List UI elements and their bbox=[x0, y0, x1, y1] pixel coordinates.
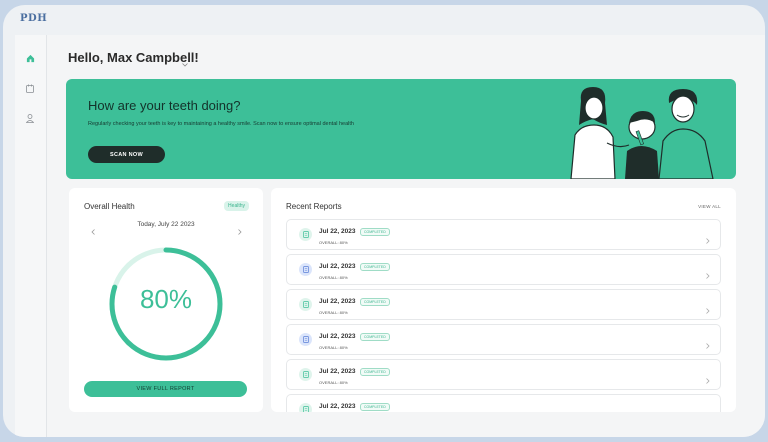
chevron-down-icon[interactable] bbox=[182, 54, 188, 72]
report-overall: OVERALL: 80% bbox=[319, 275, 348, 280]
chevron-right-icon bbox=[706, 371, 710, 389]
family-illustration bbox=[570, 87, 714, 179]
clipboard-icon bbox=[299, 368, 312, 381]
banner-text: Regularly checking your teeth is key to … bbox=[88, 121, 354, 127]
status-badge: COMPLETED bbox=[360, 368, 390, 376]
report-date: Jul 22, 2023 bbox=[319, 263, 356, 270]
view-full-report-button[interactable]: VIEW FULL REPORT bbox=[84, 381, 247, 397]
chevron-right-icon bbox=[706, 301, 710, 319]
report-date: Jul 22, 2023 bbox=[319, 298, 356, 305]
user-icon[interactable] bbox=[23, 111, 37, 125]
status-badge: COMPLETED bbox=[360, 403, 390, 411]
health-score: 80% bbox=[139, 284, 193, 314]
calendar-icon[interactable] bbox=[23, 81, 37, 95]
health-card-title: Overall Health bbox=[84, 202, 135, 211]
report-overall: OVERALL: 80% bbox=[319, 240, 348, 245]
main-content: Hello, Max Campbell! How are your teeth … bbox=[47, 35, 765, 437]
report-row[interactable]: Jul 22, 2023 COMPLETED OVERALL: 80% bbox=[286, 254, 721, 285]
scan-now-button[interactable]: SCAN NOW bbox=[88, 146, 165, 163]
report-row[interactable]: Jul 22, 2023 COMPLETED OVERALL: 80% bbox=[286, 219, 721, 250]
report-row[interactable]: Jul 22, 2023 COMPLETED OVERALL: 80% bbox=[286, 324, 721, 355]
home-icon[interactable] bbox=[23, 51, 37, 65]
clipboard-icon bbox=[299, 228, 312, 241]
chevron-right-icon bbox=[706, 406, 710, 412]
status-badge: COMPLETED bbox=[360, 263, 390, 271]
date-selector: Today, July 22 2023 bbox=[69, 221, 263, 235]
report-row[interactable]: Jul 22, 2023 COMPLETED OVERALL: 80% bbox=[286, 289, 721, 320]
view-all-link[interactable]: VIEW ALL bbox=[698, 204, 721, 209]
report-overall: OVERALL: 80% bbox=[319, 345, 348, 350]
report-row[interactable]: Jul 22, 2023 COMPLETED OVERALL: 80% bbox=[286, 359, 721, 390]
clipboard-icon bbox=[299, 403, 312, 412]
reports-card-title: Recent Reports bbox=[286, 202, 342, 211]
chevron-right-icon bbox=[706, 231, 710, 249]
report-date: Jul 22, 2023 bbox=[319, 333, 356, 340]
document-icon bbox=[299, 263, 312, 276]
chevron-right-icon[interactable] bbox=[238, 222, 242, 240]
sidebar bbox=[15, 35, 47, 437]
report-date: Jul 22, 2023 bbox=[319, 368, 356, 375]
app-window: PDH Hello, Max Campbell! How are your te… bbox=[3, 5, 765, 437]
chevron-right-icon bbox=[706, 266, 710, 284]
app-logo: PDH bbox=[20, 13, 48, 24]
selected-date: Today, July 22 2023 bbox=[137, 221, 195, 228]
report-overall: OVERALL: 80% bbox=[319, 310, 348, 315]
report-date: Jul 22, 2023 bbox=[319, 403, 356, 410]
banner-title: How are your teeth doing? bbox=[88, 98, 241, 113]
report-date: Jul 22, 2023 bbox=[319, 228, 356, 235]
status-badge: COMPLETED bbox=[360, 333, 390, 341]
status-badge: Healthy bbox=[224, 201, 249, 211]
status-badge: COMPLETED bbox=[360, 298, 390, 306]
scan-banner: How are your teeth doing? Regularly chec… bbox=[66, 79, 736, 179]
document-icon bbox=[299, 333, 312, 346]
report-row[interactable]: Jul 22, 2023COMPLETEDOVERALL: 80% bbox=[286, 394, 721, 412]
report-overall: OVERALL: 80% bbox=[319, 380, 348, 385]
chevron-right-icon bbox=[706, 336, 710, 354]
status-badge: COMPLETED bbox=[360, 228, 390, 236]
page-title: Hello, Max Campbell! bbox=[68, 50, 199, 65]
clipboard-icon bbox=[299, 298, 312, 311]
recent-reports-card: Recent Reports VIEW ALL Jul 22, 2023 COMP… bbox=[271, 188, 736, 412]
overall-health-card: Overall Health Healthy Today, July 22 20… bbox=[69, 188, 263, 412]
